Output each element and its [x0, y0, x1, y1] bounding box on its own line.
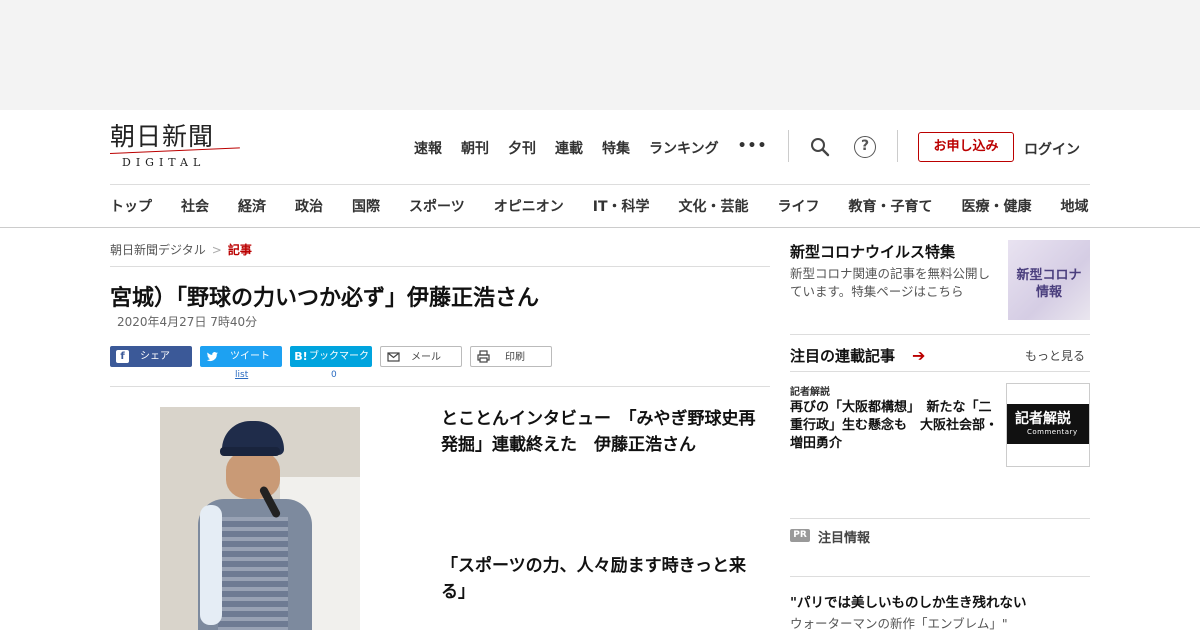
category-sports[interactable]: スポーツ [409, 196, 465, 216]
hatena-bookmark-button[interactable]: B! ブックマーク [290, 346, 372, 367]
nav-divider [110, 184, 1090, 185]
nav-tokushu[interactable]: 特集 [602, 138, 630, 158]
corona-thumb-line1: 新型コロナ [1016, 268, 1082, 283]
top-nav: 速報 朝刊 夕刊 連載 特集 ランキング ••• [414, 138, 786, 158]
category-top[interactable]: トップ [110, 196, 152, 216]
hatena-label: ブックマーク [309, 351, 369, 362]
photo-cap-brim [220, 447, 280, 456]
mail-button[interactable]: メール [380, 346, 462, 367]
corona-text[interactable]: 新型コロナ関連の記事を無料公開しています。特集ページはこちら [790, 265, 1002, 301]
series-thumb-block: 記者解説 Commentary [1007, 404, 1089, 444]
category-health[interactable]: 医療・健康 [962, 196, 1032, 216]
hatena-count: 0 [331, 370, 337, 380]
nav-sokuho[interactable]: 速報 [414, 138, 442, 158]
article-lead-quote: 「スポーツの力、人々励ます時きっと来る」 [441, 556, 746, 602]
hatena-icon: B! [294, 350, 308, 363]
pr-article-subtitle[interactable]: ウォーターマンの新作「エンブレム」" [790, 613, 1008, 630]
article-photo[interactable] [160, 407, 360, 630]
more-link[interactable]: もっと見る [1025, 347, 1085, 364]
breadcrumb-current: 記事 [227, 243, 252, 257]
category-politics[interactable]: 政治 [295, 196, 323, 216]
series-thumb-title: 記者解説 [1015, 411, 1071, 427]
photo-arm [200, 505, 222, 625]
nav-yukan[interactable]: 夕刊 [508, 138, 536, 158]
arrow-right-icon[interactable]: ➔ [912, 346, 925, 365]
header-divider [788, 130, 789, 162]
series-heading[interactable]: 注目の連載記事 [790, 345, 895, 366]
print-label: 印刷 [505, 352, 525, 363]
breadcrumb-separator: > [211, 243, 222, 257]
article-title: 宮城）「野球の力いつか必ず」伊藤正浩さん [110, 286, 540, 311]
facebook-icon: f [116, 350, 129, 363]
divider [790, 334, 1090, 335]
site-logo[interactable]: 朝日新聞 DIGITAL [109, 122, 242, 170]
divider [790, 371, 1090, 372]
photo-vest [218, 517, 288, 630]
series-thumbnail[interactable]: 記者解説 Commentary [1006, 383, 1090, 467]
category-region[interactable]: 地域 [1061, 196, 1089, 216]
pr-label: 注目情報 [818, 531, 871, 546]
breadcrumb-home[interactable]: 朝日新聞デジタル [110, 243, 206, 257]
photo-face [226, 451, 280, 499]
divider [790, 576, 1090, 577]
more-menu-icon[interactable]: ••• [738, 138, 768, 158]
print-icon [477, 350, 490, 363]
site-header: 朝日新聞 DIGITAL 速報 朝刊 夕刊 連載 特集 ランキング ••• ? … [0, 110, 1200, 228]
category-society[interactable]: 社会 [181, 196, 209, 216]
mail-label: メール [411, 352, 441, 363]
nav-choukan[interactable]: 朝刊 [461, 138, 489, 158]
category-opinion[interactable]: オピニオン [494, 196, 564, 216]
category-education[interactable]: 教育・子育て [849, 196, 933, 216]
series-article-title[interactable]: 再びの「大阪都構想」 新たな「二重行政」生む懸念も 大阪社会部・増田勇介 [790, 399, 1002, 453]
print-button[interactable]: 印刷 [470, 346, 552, 367]
help-icon[interactable]: ? [854, 136, 876, 158]
search-icon[interactable] [810, 137, 830, 157]
article-date: 2020年4月27日 7時40分 [117, 315, 258, 329]
series-tag: 記者解説 [790, 387, 830, 398]
header-divider [897, 130, 898, 162]
article-lead-heading: とことんインタビュー 「みやぎ野球史再発掘」連載終えた 伊藤正浩さん [441, 409, 756, 455]
pr-article-title[interactable]: "パリでは美しいものしか生き残れない [790, 591, 1027, 611]
twitter-share-label: ツイート [230, 351, 270, 362]
category-nav: トップ 社会 経済 政治 国際 スポーツ オピニオン IT・科学 文化・芸能 ラ… [110, 196, 1100, 216]
twitter-count[interactable]: list [235, 370, 248, 380]
corona-heading[interactable]: 新型コロナウイルス特集 [790, 241, 955, 262]
series-thumb-sub: Commentary [1027, 428, 1078, 436]
mail-icon [387, 352, 400, 362]
category-economy[interactable]: 経済 [238, 196, 266, 216]
twitter-icon [206, 352, 218, 362]
corona-thumb-line2: 情報 [1035, 285, 1062, 300]
category-international[interactable]: 国際 [352, 196, 380, 216]
pr-badge: PR [790, 529, 810, 542]
corona-thumbnail[interactable]: 新型コロナ 情報 [1008, 240, 1090, 320]
ad-banner-area [0, 0, 1200, 110]
twitter-share-button[interactable]: ツイート [200, 346, 282, 367]
divider [790, 518, 1090, 519]
logo-en: DIGITAL [122, 156, 206, 169]
divider [110, 386, 770, 387]
login-link[interactable]: ログイン [1024, 139, 1080, 159]
subscribe-button[interactable]: お申し込み [918, 132, 1014, 162]
facebook-share-label: シェア [140, 351, 170, 362]
nav-ranking[interactable]: ランキング [649, 138, 719, 158]
category-culture[interactable]: 文化・芸能 [679, 196, 749, 216]
category-it-science[interactable]: IT・科学 [593, 196, 650, 216]
facebook-share-button[interactable]: f シェア [110, 346, 192, 367]
breadcrumb: 朝日新聞デジタル > 記事 [110, 241, 252, 258]
divider [110, 266, 770, 267]
nav-rensai[interactable]: 連載 [555, 138, 583, 158]
category-life[interactable]: ライフ [778, 196, 820, 216]
